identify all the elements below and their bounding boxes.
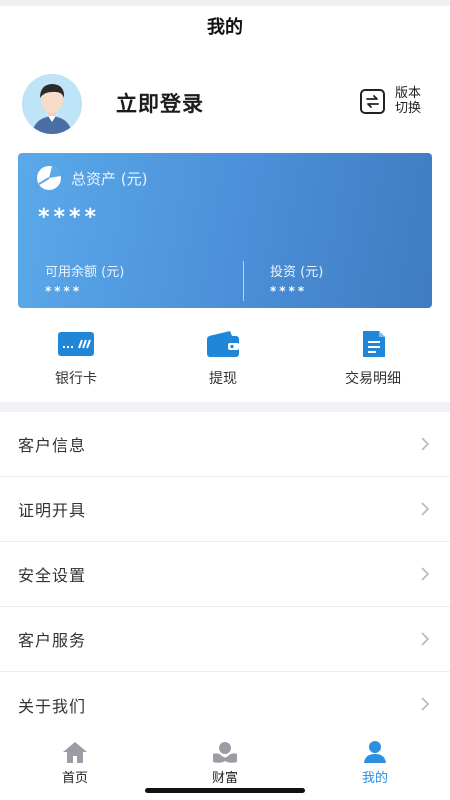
avatar[interactable] (22, 74, 82, 134)
page-header: 我的 (0, 6, 450, 46)
version-switch-button[interactable]: 版本切换 (360, 84, 440, 118)
total-assets-value: **** (38, 205, 101, 230)
bank-card-icon (58, 332, 94, 356)
transaction-details-label: 交易明细 (345, 371, 401, 387)
pie-chart-icon (37, 166, 61, 190)
menu-item-label: 客户服务 (18, 631, 87, 650)
investment: 投资 (元) **** (270, 261, 323, 298)
wealth-icon (213, 742, 237, 763)
chevron-right-icon (421, 567, 430, 581)
home-icon (63, 742, 87, 763)
switch-arrows-icon (360, 88, 385, 114)
tab-mine[interactable]: 我的 (335, 740, 415, 786)
tab-wealth[interactable]: 财富 (185, 740, 265, 786)
menu-item-label: 证明开具 (18, 501, 87, 520)
chevron-right-icon (421, 437, 430, 451)
bank-card-button[interactable]: 银行卡 (36, 330, 116, 388)
quick-actions: 银行卡 提现 交易明细 (0, 330, 450, 392)
version-switch-label: 版本切换 (395, 86, 422, 116)
available-balance-label: 可用余额 (元) (45, 265, 125, 280)
menu-item-customer-service[interactable]: 客户服务 (0, 607, 450, 672)
avatar-person-icon (22, 74, 82, 134)
bank-card-label: 银行卡 (55, 371, 97, 387)
card-divider (243, 261, 244, 301)
tab-home[interactable]: 首页 (35, 740, 115, 786)
total-assets-label: 总资产 (元) (71, 169, 148, 188)
login-link[interactable]: 立即登录 (116, 88, 204, 118)
withdraw-button[interactable]: 提现 (183, 330, 263, 388)
section-divider (0, 402, 450, 412)
menu-item-certificate[interactable]: 证明开具 (0, 477, 450, 542)
menu-item-label: 关于我们 (18, 696, 87, 716)
menu-item-label: 客户信息 (18, 436, 87, 455)
available-balance-value: **** (45, 284, 83, 298)
menu-item-customer-info[interactable]: 客户信息 (0, 412, 450, 477)
menu-item-security[interactable]: 安全设置 (0, 542, 450, 607)
withdraw-label: 提现 (209, 371, 237, 387)
wallet-icon (207, 331, 239, 357)
asset-card[interactable]: 总资产 (元) **** 可用余额 (元) **** 投资 (元) **** (18, 153, 432, 308)
user-icon (364, 741, 386, 763)
available-balance: 可用余额 (元) **** (45, 261, 124, 298)
chevron-right-icon (421, 632, 430, 646)
home-indicator (145, 788, 305, 793)
menu-item-label: 安全设置 (18, 566, 87, 585)
chevron-right-icon (421, 697, 430, 711)
tab-wealth-label: 财富 (211, 771, 238, 786)
investment-label: 投资 (元) (270, 265, 324, 280)
menu-list: 客户信息 证明开具 安全设置 客户服务 关于我们 (0, 412, 450, 737)
chevron-right-icon (421, 502, 430, 516)
transaction-details-button[interactable]: 交易明细 (331, 330, 415, 388)
menu-item-about-us[interactable]: 关于我们 (0, 672, 450, 737)
asset-title-row: 总资产 (元) (36, 165, 147, 191)
profile-section: 立即登录 版本切换 (0, 66, 450, 136)
tab-mine-label: 我的 (361, 771, 388, 786)
page-title: 我的 (207, 17, 243, 38)
document-icon (363, 331, 385, 357)
investment-value: **** (270, 284, 308, 298)
tab-home-label: 首页 (61, 771, 88, 786)
